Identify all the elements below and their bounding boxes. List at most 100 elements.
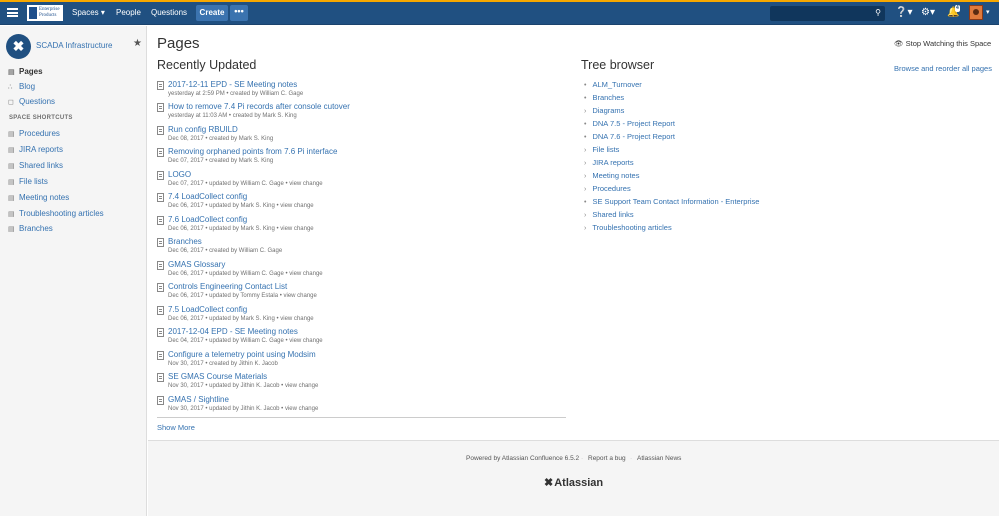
page-link[interactable]: 2017-12-04 EPD - SE Meeting notes [168,327,298,336]
tree-item-label[interactable]: Troubleshooting articles [592,223,671,232]
footer-separator: · [581,455,584,462]
chevron-right-icon[interactable]: › [584,160,586,167]
create-button[interactable]: Create [196,5,228,21]
tree-item-label[interactable]: JIRA reports [592,158,633,167]
chevron-right-icon[interactable]: › [584,212,586,219]
page-link[interactable]: Branches [168,237,202,246]
tree-item[interactable]: • ALM_Turnover [584,80,642,92]
atlassian-news-link[interactable]: Atlassian News [637,455,681,462]
tree-item-label[interactable]: Procedures [592,184,630,193]
star-icon[interactable]: ★ [133,38,142,49]
page-link[interactable]: 7.4 LoadCollect config [168,192,247,201]
sidebar-item-pages[interactable]: ▤ Pages [8,66,43,78]
space-name[interactable]: SCADA Infrastructure [36,41,112,50]
more-create-button[interactable]: ••• [230,5,248,21]
tree-item-label[interactable]: Meeting notes [592,171,639,180]
show-more-link[interactable]: Show More [157,423,195,432]
sidebar-item-questions[interactable]: ◻ Questions [8,96,55,108]
page-meta: Dec 08, 2017 • created by Mark S. King [168,136,274,142]
page-link[interactable]: SE GMAS Course Materials [168,372,267,381]
help-icon[interactable]: ❔▾ [895,4,912,21]
page-icon [157,193,164,202]
tree-item[interactable]: › JIRA reports [584,158,634,170]
site-logo[interactable]: Enterprise Products [27,5,63,21]
search-input[interactable]: ⚲ [770,6,885,21]
shortcut-label: Shared links [19,161,64,170]
page-meta: Dec 06, 2017 • updated by William C. Gag… [168,271,323,277]
report-bug-link[interactable]: Report a bug [588,455,626,462]
tree-item-label[interactable]: SE Support Team Contact Information - En… [592,197,759,206]
chevron-right-icon[interactable]: › [584,186,586,193]
tree-item[interactable]: › File lists [584,145,619,157]
tree-item[interactable]: • SE Support Team Contact Information - E… [584,197,759,209]
bullet-icon: • [584,82,587,89]
page-link[interactable]: Configure a telemetry point using Modsim [168,350,316,359]
shortcut-branches[interactable]: ▤ Branches [8,223,53,235]
bullet-icon: • [584,121,587,128]
page-link[interactable]: Removing orphaned points from 7.6 Pi int… [168,147,337,156]
browse-pages-link[interactable]: Browse and reorder all pages [894,64,992,73]
chevron-right-icon[interactable]: › [584,108,586,115]
user-avatar[interactable] [969,5,983,20]
page-icon [157,238,164,247]
nav-people[interactable]: People [116,0,141,25]
chevron-right-icon[interactable]: › [584,225,586,232]
page-link[interactable]: 2017-12-11 EPD - SE Meeting notes [168,80,297,89]
page-link[interactable]: How to remove 7.4 Pi records after conso… [168,102,350,111]
stop-watching-link[interactable]: 👁 Stop Watching this Space [894,39,991,48]
tree-item[interactable]: › Diagrams [584,106,624,118]
top-accent-strip [0,0,999,2]
page-icon: ▤ [8,163,15,170]
tree-item[interactable]: › Procedures [584,184,631,196]
menu-icon[interactable] [7,8,18,17]
tree-item[interactable]: • Branches [584,93,624,105]
page-meta: Dec 06, 2017 • updated by Tommy Estala •… [168,293,317,299]
chevron-right-icon[interactable]: › [584,147,586,154]
page-icon: ▤ [8,179,15,186]
page-meta: Nov 30, 2017 • created by Jithin K. Jaco… [168,361,278,367]
notification-count: 4 [955,5,960,12]
page-meta: Dec 07, 2017 • updated by William C. Gag… [168,181,323,187]
chevron-right-icon[interactable]: › [584,173,586,180]
bullet-icon: • [584,95,587,102]
shortcut-procedures[interactable]: ▤ Procedures [8,128,60,140]
page-link[interactable]: GMAS Glossary [168,260,225,269]
page-icon: ▤ [8,211,15,218]
page-icon [157,373,164,382]
shortcut-troubleshooting[interactable]: ▤ Troubleshooting articles [8,208,104,220]
page-link[interactable]: Run config RBUILD [168,125,238,134]
space-logo-icon[interactable]: ✖ [6,34,31,59]
tree-item-label[interactable]: DNA 7.5 - Project Report [592,119,675,128]
sidebar-item-blog[interactable]: ∴ Blog [8,81,35,93]
page-link[interactable]: Controls Engineering Contact List [168,282,287,291]
logo-text: Enterprise Products [39,7,60,18]
shortcut-meeting-notes[interactable]: ▤ Meeting notes [8,192,69,204]
tree-item[interactable]: › Shared links [584,210,634,222]
tree-item-label[interactable]: Shared links [592,210,633,219]
page-link[interactable]: LOGO [168,170,191,179]
tree-item-label[interactable]: DNA 7.6 - Project Report [592,132,675,141]
page-link[interactable]: 7.6 LoadCollect config [168,215,247,224]
tree-item-label[interactable]: Branches [592,93,624,102]
chevron-down-icon[interactable]: ▾ [986,4,990,21]
gear-icon[interactable]: ⚙▾ [921,4,935,21]
page-link[interactable]: 7.5 LoadCollect config [168,305,247,314]
powered-by-link[interactable]: Powered by Atlassian Confluence 6.5.2 [466,455,579,462]
top-navigation-bar: Enterprise Products Spaces ▾ People Ques… [0,0,999,25]
page-icon [157,261,164,270]
nav-questions[interactable]: Questions [151,0,187,25]
page-meta: Dec 06, 2017 • created by William C. Gag… [168,248,283,254]
page-link[interactable]: GMAS / Sightline [168,395,229,404]
shortcut-jira-reports[interactable]: ▤ JIRA reports [8,144,63,156]
tree-item[interactable]: › Meeting notes [584,171,639,183]
tree-item[interactable]: › Troubleshooting articles [584,223,672,235]
page-icon [157,171,164,180]
tree-item-label[interactable]: Diagrams [592,106,624,115]
tree-item-label[interactable]: File lists [592,145,619,154]
tree-item-label[interactable]: ALM_Turnover [592,80,641,89]
tree-item[interactable]: • DNA 7.6 - Project Report [584,132,675,144]
shortcut-file-lists[interactable]: ▤ File lists [8,176,48,188]
nav-spaces[interactable]: Spaces ▾ [72,0,105,25]
shortcut-shared-links[interactable]: ▤ Shared links [8,160,63,172]
tree-item[interactable]: • DNA 7.5 - Project Report [584,119,675,131]
